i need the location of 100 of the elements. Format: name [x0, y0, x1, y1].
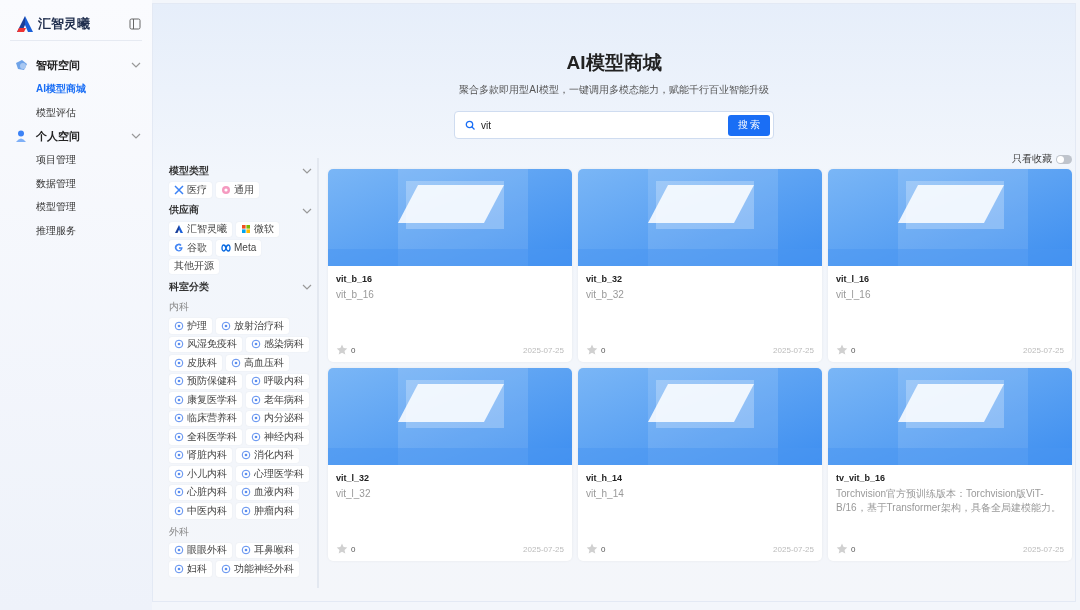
filter-tag[interactable]: 内分泌科	[246, 410, 309, 426]
nav-group[interactable]: 个人空间	[10, 124, 142, 148]
filter-tag[interactable]: 风湿免疫科	[169, 336, 242, 352]
department-icon	[241, 505, 251, 516]
filter-tag[interactable]: 汇智灵曦	[169, 221, 232, 237]
filter-tag[interactable]: 眼眼外科	[169, 542, 232, 558]
filter-tag[interactable]: 康复医学科	[169, 392, 242, 408]
model-description: vit_l_16	[836, 288, 872, 302]
department-icon	[241, 487, 251, 498]
date-label: 2025-07-25	[773, 345, 814, 355]
model-description: vit_l_32	[336, 487, 372, 501]
filter-tag[interactable]: 通用	[216, 182, 259, 198]
filter-tag[interactable]: 妇科	[169, 561, 212, 577]
filter-tag[interactable]: 肿瘤内科	[236, 503, 299, 519]
search-icon	[465, 120, 475, 130]
nav-item[interactable]: 模型管理	[10, 195, 142, 219]
department-icon	[174, 413, 184, 424]
toggle-switch[interactable]	[1056, 154, 1072, 164]
filter-tag[interactable]: 高血压科	[226, 355, 289, 371]
filter-tag[interactable]: 呼吸内科	[246, 373, 309, 389]
filter-tag[interactable]: 放射治疗科	[216, 318, 289, 334]
filter-tag[interactable]: 老年病科	[246, 392, 309, 408]
model-name: vit_h_14	[586, 473, 624, 483]
filter-tag[interactable]: 小儿内科	[169, 466, 232, 482]
toggle-label: 只看收藏	[1012, 152, 1052, 166]
model-card[interactable]: vit_b_32 vit_b_32 0 2025-07-25	[578, 169, 822, 362]
filter-tag[interactable]: 心理医学科	[236, 466, 309, 482]
favorite-count: 0	[851, 544, 856, 554]
filter-tag[interactable]: 耳鼻喉科	[236, 542, 299, 558]
nav-item[interactable]: 数据管理	[10, 171, 142, 195]
date-label: 2025-07-25	[523, 544, 564, 554]
model-card[interactable]: vit_l_32 vit_l_32 0 2025-07-25	[328, 368, 572, 561]
filter-tag[interactable]: 血液内科	[236, 484, 299, 500]
logo-icon	[16, 15, 34, 33]
filter-section-header[interactable]: 科室分类	[169, 278, 313, 296]
date-label: 2025-07-25	[1023, 544, 1064, 554]
filter-tag[interactable]: 心脏内科	[169, 484, 232, 500]
department-icon	[174, 563, 184, 574]
model-name: vit_l_16	[836, 274, 871, 284]
star-icon[interactable]	[336, 344, 348, 356]
filter-tag[interactable]: Meta	[216, 240, 262, 256]
model-card[interactable]: vit_b_16 vit_b_16 0 2025-07-25	[328, 169, 572, 362]
star-icon[interactable]	[836, 543, 848, 555]
department-icon	[251, 394, 261, 405]
filter-tag[interactable]: 微软	[236, 221, 279, 237]
filter-tag[interactable]: 神经内科	[246, 429, 309, 445]
filter-section-header[interactable]: 模型类型	[169, 162, 313, 180]
nav-item[interactable]: 模型评估	[10, 100, 142, 124]
filter-tag[interactable]: 谷歌	[169, 240, 212, 256]
department-icon	[174, 487, 184, 498]
flower-icon	[221, 184, 231, 195]
department-icon	[221, 320, 231, 331]
department-icon	[241, 450, 251, 461]
favorite-count: 0	[601, 544, 606, 554]
filter-tag[interactable]: 中医内科	[169, 503, 232, 519]
model-card[interactable]: tv_vit_b_16 Torchvision官方预训练版本：Torchvision版ViT-B/16，基于Transformer架构，具备全局建模能力。 0 2025-07-25	[828, 368, 1072, 561]
department-icon	[174, 320, 184, 331]
infinity-icon	[221, 242, 231, 253]
favorite-count: 0	[351, 345, 356, 355]
logo-text: 汇智灵曦	[38, 15, 91, 33]
filter-tag[interactable]: 临床营养科	[169, 410, 242, 426]
model-name: tv_vit_b_16	[836, 473, 887, 483]
model-card[interactable]: vit_h_14 vit_h_14 0 2025-07-25	[578, 368, 822, 561]
favorite-count: 0	[601, 345, 606, 355]
star-icon[interactable]	[586, 543, 598, 555]
star-icon[interactable]	[336, 543, 348, 555]
filter-section-header[interactable]: 供应商	[169, 201, 313, 220]
filter-tag[interactable]: 医疗	[169, 182, 212, 198]
nav-item[interactable]: AI模型商城	[10, 77, 142, 101]
department-icon	[241, 468, 251, 479]
model-description: vit_b_16	[336, 288, 375, 302]
search-button[interactable]: 搜 索	[728, 114, 770, 136]
search-field[interactable]: vit 搜 索	[454, 111, 774, 139]
filter-tag[interactable]: 全科医学科	[169, 429, 242, 445]
filter-tag[interactable]: 感染病科	[246, 336, 309, 352]
sidebar-toggle-button[interactable]	[128, 17, 142, 31]
grid-icon	[241, 224, 251, 235]
model-name: vit_b_32	[586, 274, 624, 284]
filter-tag[interactable]: 肾脏内科	[169, 447, 232, 463]
department-icon	[174, 450, 184, 461]
star-icon[interactable]	[586, 344, 598, 356]
star-icon[interactable]	[836, 344, 848, 356]
filter-tag[interactable]: 护理	[169, 318, 212, 334]
date-label: 2025-07-25	[523, 345, 564, 355]
panel-icon	[129, 18, 141, 30]
model-description: Torchvision官方预训练版本：Torchvision版ViT-B/16，基于Transformer架构，具备全局建模能力。	[836, 487, 1062, 514]
filter-tag[interactable]: 皮肤科	[169, 355, 222, 371]
model-card[interactable]: vit_l_16 vit_l_16 0 2025-07-25	[828, 169, 1072, 362]
filter-tag[interactable]: 功能神经外科	[216, 561, 299, 577]
nav-group[interactable]: 智研空间	[10, 53, 142, 77]
nav-item[interactable]: 项目管理	[10, 148, 142, 172]
filter-tag[interactable]: 消化内科	[236, 447, 299, 463]
nav-item[interactable]: 推理服务	[10, 218, 142, 242]
filter-tag[interactable]: 预防保健科	[169, 373, 242, 389]
department-icon	[251, 431, 261, 442]
filter-tag[interactable]: 其他开源	[169, 258, 219, 274]
model-description: vit_h_14	[586, 487, 625, 501]
category-label: 外科	[169, 524, 190, 539]
logo-icon	[174, 224, 184, 235]
department-icon	[174, 357, 184, 368]
